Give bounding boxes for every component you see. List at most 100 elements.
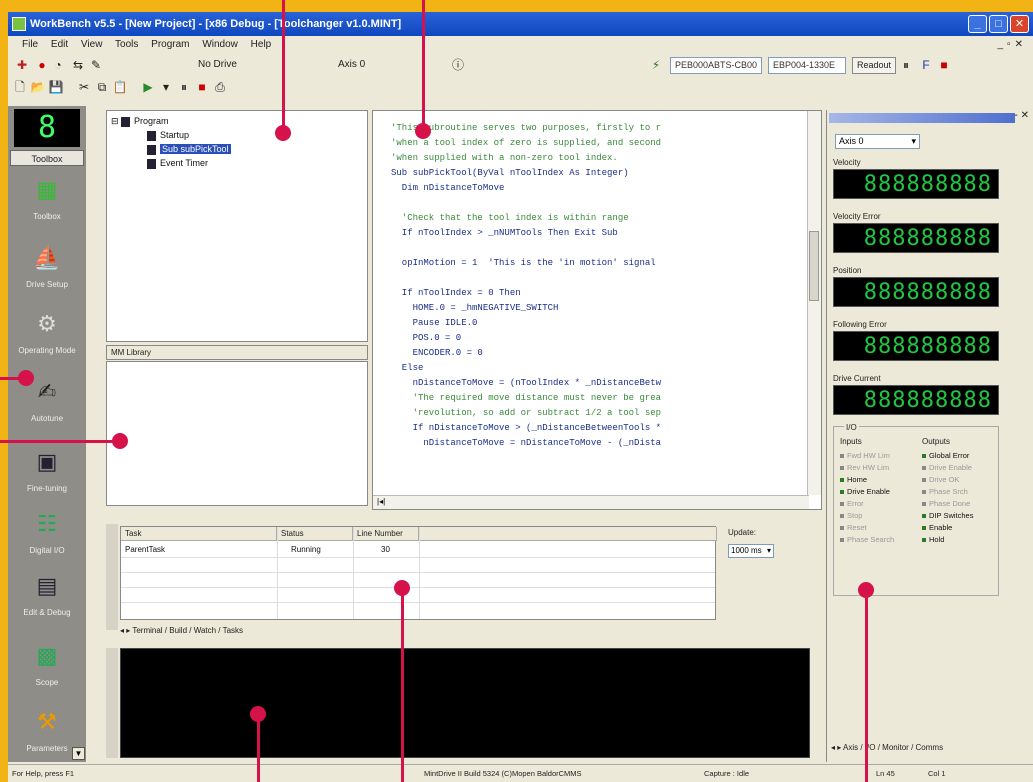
col-status[interactable]: Status [277,527,353,541]
code-line[interactable]: 'when supplied with a non-zero tool inde… [391,151,661,166]
status-bar: For Help, press F1 MintDrive II Build 53… [8,764,1033,782]
menu-file[interactable]: File [22,39,38,50]
maximize-button[interactable]: □ [989,15,1008,33]
tool-toolbox[interactable]: ▦ Toolbox [8,170,86,234]
tool-edit-debug[interactable]: ▤ Edit & Debug [8,566,86,630]
toolbox-scroll-down[interactable]: ▼ [72,747,85,760]
monitor-tabs[interactable]: ◂ ▸ Axis / I/O / Monitor / Comms [831,740,1031,756]
stop-program-icon[interactable]: ■ [194,79,210,95]
copy-icon[interactable]: ⧉ [94,79,110,95]
code-line[interactable] [391,241,661,256]
menu-program[interactable]: Program [151,39,189,50]
stop-icon[interactable]: ● [34,57,50,73]
code-line[interactable]: HOME.0 = _hmNEGATIVE_SWITCH [391,301,661,316]
tree-item-startup[interactable]: Startup [147,129,189,141]
edit-icon[interactable]: ✎ [88,57,104,73]
console-grip[interactable] [106,648,118,758]
code-line[interactable]: ENCODER.0 = 0 [391,346,661,361]
connection-combo-1[interactable]: PEB000ABTS-CB00 [670,57,762,74]
tool-fine-tuning[interactable]: ▣ Fine-tuning [8,442,86,506]
code-line[interactable]: POS.0 = 0 [391,331,661,346]
run-icon[interactable]: ▶ [140,79,156,95]
connect-icon[interactable]: ✚ [14,57,30,73]
editor-vertical-scrollbar[interactable] [807,111,821,495]
readout-button[interactable]: Readout [852,57,897,74]
terminal-console[interactable] [120,648,810,758]
task-name[interactable]: ParentTask [125,545,165,554]
cut-icon[interactable]: ✂ [76,79,92,95]
col-task[interactable]: Task [121,527,277,541]
led-icon [840,502,844,507]
callout-line-monitor [865,590,868,782]
menu-tools[interactable]: Tools [115,39,138,50]
code-line[interactable]: Else [391,361,661,376]
code-line[interactable] [391,196,661,211]
pin-icon[interactable]: - ✕ [1015,110,1030,121]
menu-view[interactable]: View [81,39,103,50]
code-editor[interactable]: 'This subroutine serves two purposes, fi… [372,110,822,510]
print-icon[interactable]: ⎙ [212,79,228,95]
tool-drive-setup[interactable]: ⛵ Drive Setup [8,238,86,302]
tool-scope[interactable]: ▩ Scope [8,636,86,700]
tool-digital-io[interactable]: ☷ Digital I/O [8,504,86,568]
code-line[interactable]: nDistanceToMove = (nToolIndex * _nDistan… [391,376,661,391]
reset-icon[interactable]: ◔ [50,57,66,73]
mdi-controls[interactable]: _▫✕ [998,36,1028,54]
code-line[interactable]: Dim nDistanceToMove [391,181,661,196]
arrows-icon[interactable]: ⇆ [70,57,86,73]
paste-icon[interactable]: 📋 [112,79,128,95]
task-panel-grip[interactable] [106,524,118,630]
step-icon[interactable]: ▾ [158,79,174,95]
pause-icon[interactable]: ⏸ [898,57,914,73]
status-line: Ln 45 [876,769,895,778]
new-file-icon[interactable]: 🗋 [12,79,28,95]
update-rate-select[interactable]: 1000 ms ▾ [728,544,774,558]
code-line[interactable]: If nToolIndex = 0 Then [391,286,661,301]
title-bar[interactable]: WorkBench v5.5 - [New Project] - [x86 De… [8,12,1033,36]
menu-help[interactable]: Help [251,39,272,50]
info-icon[interactable]: ⓘ [450,57,466,73]
open-folder-icon[interactable]: 📂 [30,79,46,95]
code-line[interactable]: 'when a tool index of zero is supplied, … [391,136,661,151]
code-line[interactable]: opInMotion = 1 'This is the 'in motion' … [391,256,661,271]
tree-root[interactable]: ⊟ Program [111,115,169,127]
f-icon[interactable]: F [918,57,934,73]
minimize-button[interactable]: _ [968,15,987,33]
code-lines[interactable]: 'This subroutine serves two purposes, fi… [391,121,661,451]
menu-window[interactable]: Window [202,39,238,50]
toolbox-header: Toolbox [10,150,84,166]
code-line[interactable]: nDistanceToMove = nDistanceToMove - (_nD… [391,436,661,451]
output-indicator: DIP Switches [922,511,973,520]
io-title: I/O [844,423,859,432]
pause-program-icon[interactable]: ⏸ [176,79,192,95]
code-line[interactable]: 'revolution, so add or subtract 1/2 a to… [391,406,661,421]
code-line[interactable]: Sub subPickTool(ByVal nToolIndex As Inte… [391,166,661,181]
connection-combo-2[interactable]: EBP004-1330E [768,57,846,74]
tree-item-subroutine[interactable]: Sub subPickTool [147,143,231,155]
code-line[interactable]: Pause IDLE.0 [391,316,661,331]
tool-operating-mode[interactable]: ⚙ Operating Mode [8,304,86,368]
fine-tuning-icon: ▣ [36,449,58,474]
drive-label[interactable]: No Drive [198,59,237,70]
bottom-tabs[interactable]: ◂ ▸ Terminal / Build / Watch / Tasks [120,624,420,638]
code-line[interactable]: If nToolIndex > _nNUMTools Then Exit Sub [391,226,661,241]
code-line[interactable] [391,271,661,286]
network-icon[interactable]: ⚡ [648,57,664,73]
save-icon[interactable]: 💾 [48,79,64,95]
code-line[interactable]: 'This subroutine serves two purposes, fi… [391,121,661,136]
tree-item-event[interactable]: Event Timer [147,157,208,169]
code-line[interactable]: 'Check that the tool index is within ran… [391,211,661,226]
editor-horizontal-scrollbar[interactable]: |◂| [373,495,809,509]
close-button[interactable]: ✕ [1010,15,1029,33]
axis-select[interactable]: Axis 0 ▾ [835,134,920,149]
code-line[interactable]: 'The required move distance must never b… [391,391,661,406]
row-divider [121,587,715,588]
scroll-thumb[interactable] [809,231,819,301]
code-line[interactable]: If nDistanceToMove > (_nDistanceBetweenT… [391,421,661,436]
io-status-box: I/O Inputs Outputs Fwd HW Lim Rev HW Lim H… [833,423,999,596]
axis-label[interactable]: Axis 0 [338,59,365,70]
halt-icon[interactable]: ■ [936,57,952,73]
channel-readout: 888888888 [833,277,999,307]
menu-edit[interactable]: Edit [51,39,68,50]
col-line-number[interactable]: Line Number [353,527,419,541]
